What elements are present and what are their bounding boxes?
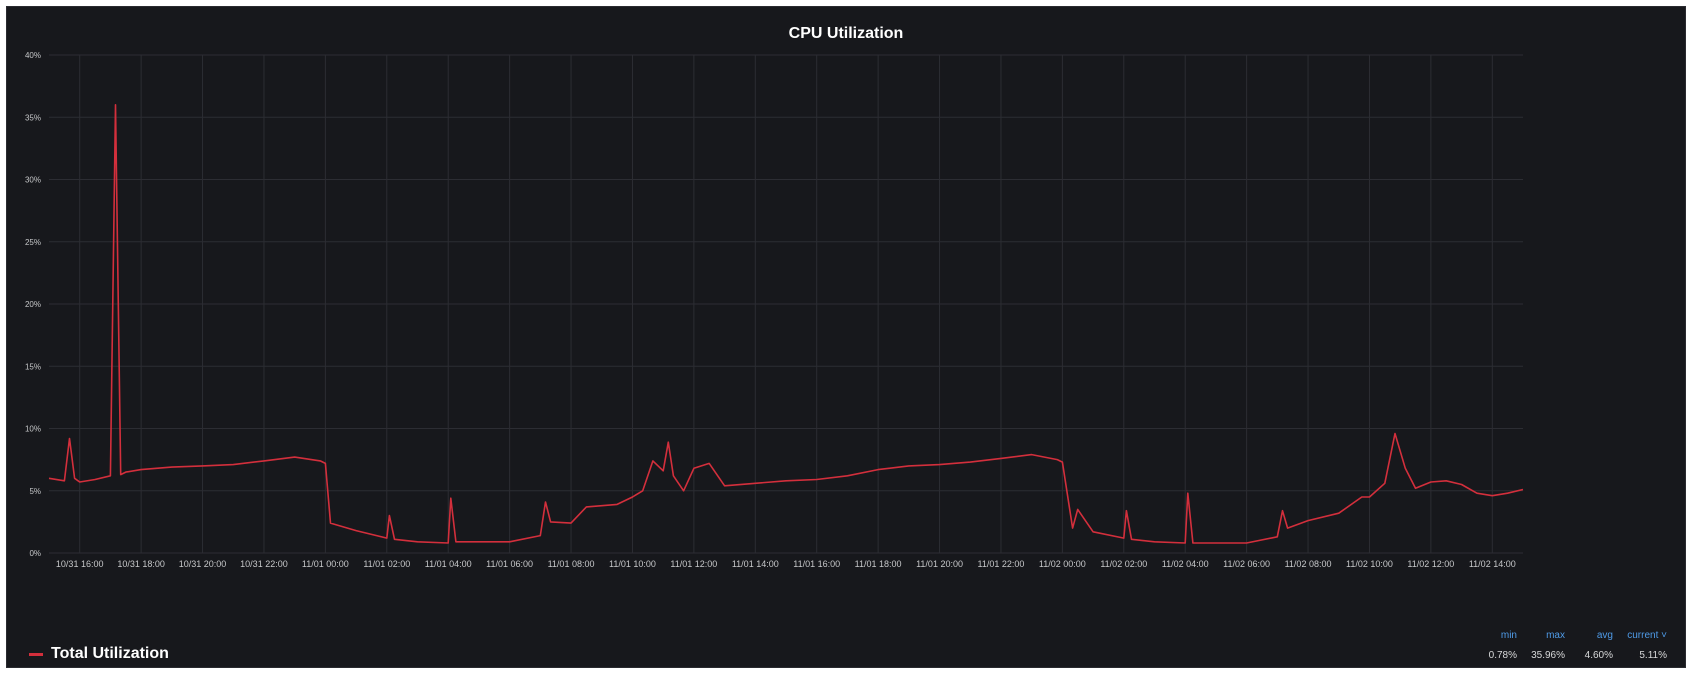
stat-value-current: 5.11% — [1639, 650, 1667, 661]
x-tick-label: 11/01 08:00 — [548, 559, 595, 569]
x-tick-label: 11/01 02:00 — [363, 559, 410, 569]
x-tick-label: 11/01 10:00 — [609, 559, 656, 569]
x-tick-label: 11/02 10:00 — [1346, 559, 1393, 569]
legend-swatch — [29, 652, 43, 656]
series-line-total-utilization — [48, 104, 1524, 544]
legend-stats: min max avg current ˅ 0.78% 35.96% 4.60%… — [1457, 630, 1667, 666]
x-tick-label: 11/02 08:00 — [1285, 559, 1332, 569]
x-tick-label: 10/31 16:00 — [56, 559, 104, 569]
x-tick-label: 11/02 14:00 — [1469, 559, 1516, 569]
x-tick-label: 11/01 00:00 — [302, 559, 349, 569]
x-tick-label: 11/01 12:00 — [670, 559, 717, 569]
y-tick-label: 40% — [25, 51, 41, 60]
x-tick-label: 11/01 16:00 — [793, 559, 840, 569]
y-tick-label: 5% — [29, 487, 41, 496]
x-tick-label: 10/31 18:00 — [117, 559, 165, 569]
y-tick-label: 0% — [29, 549, 41, 558]
chart-panel: CPU Utilization 0% 5% 10% 15% 20% 25% 30% 35% 40… — [6, 6, 1686, 668]
x-tick-label: 10/31 20:00 — [179, 559, 227, 569]
x-tick-label: 11/01 22:00 — [978, 559, 1025, 569]
x-tick-label: 11/01 18:00 — [855, 559, 902, 569]
plot-area: 0% 5% 10% 15% 20% 25% 30% 35% 40% 10/31 16:00 10/3… — [25, 51, 1524, 569]
y-tick-label: 20% — [25, 300, 41, 309]
x-tick-label: 10/31 22:00 — [240, 559, 288, 569]
x-tick-label: 11/01 06:00 — [486, 559, 533, 569]
y-tick-label: 15% — [25, 362, 41, 371]
y-tick-label: 10% — [25, 425, 41, 434]
x-tick-label: 11/02 06:00 — [1223, 559, 1270, 569]
x-tick-label: 11/01 20:00 — [916, 559, 963, 569]
x-tick-label: 11/02 04:00 — [1162, 559, 1209, 569]
y-tick-label: 30% — [25, 176, 41, 185]
stat-header-avg[interactable]: avg — [1553, 630, 1613, 641]
x-tick-label: 11/02 12:00 — [1407, 559, 1454, 569]
stat-header-current[interactable]: current ˅ — [1607, 630, 1667, 641]
x-tick-label: 11/01 04:00 — [425, 559, 472, 569]
y-tick-label: 35% — [25, 113, 41, 122]
x-tick-label: 11/02 00:00 — [1039, 559, 1086, 569]
legend-label-total-utilization: Total Utilization — [51, 645, 169, 662]
y-tick-label: 25% — [25, 238, 41, 247]
x-tick-label: 11/01 14:00 — [732, 559, 779, 569]
legend[interactable]: Total Utilization — [29, 645, 169, 663]
stat-value-avg: 4.60% — [1584, 650, 1613, 661]
x-tick-label: 11/02 02:00 — [1100, 559, 1147, 569]
